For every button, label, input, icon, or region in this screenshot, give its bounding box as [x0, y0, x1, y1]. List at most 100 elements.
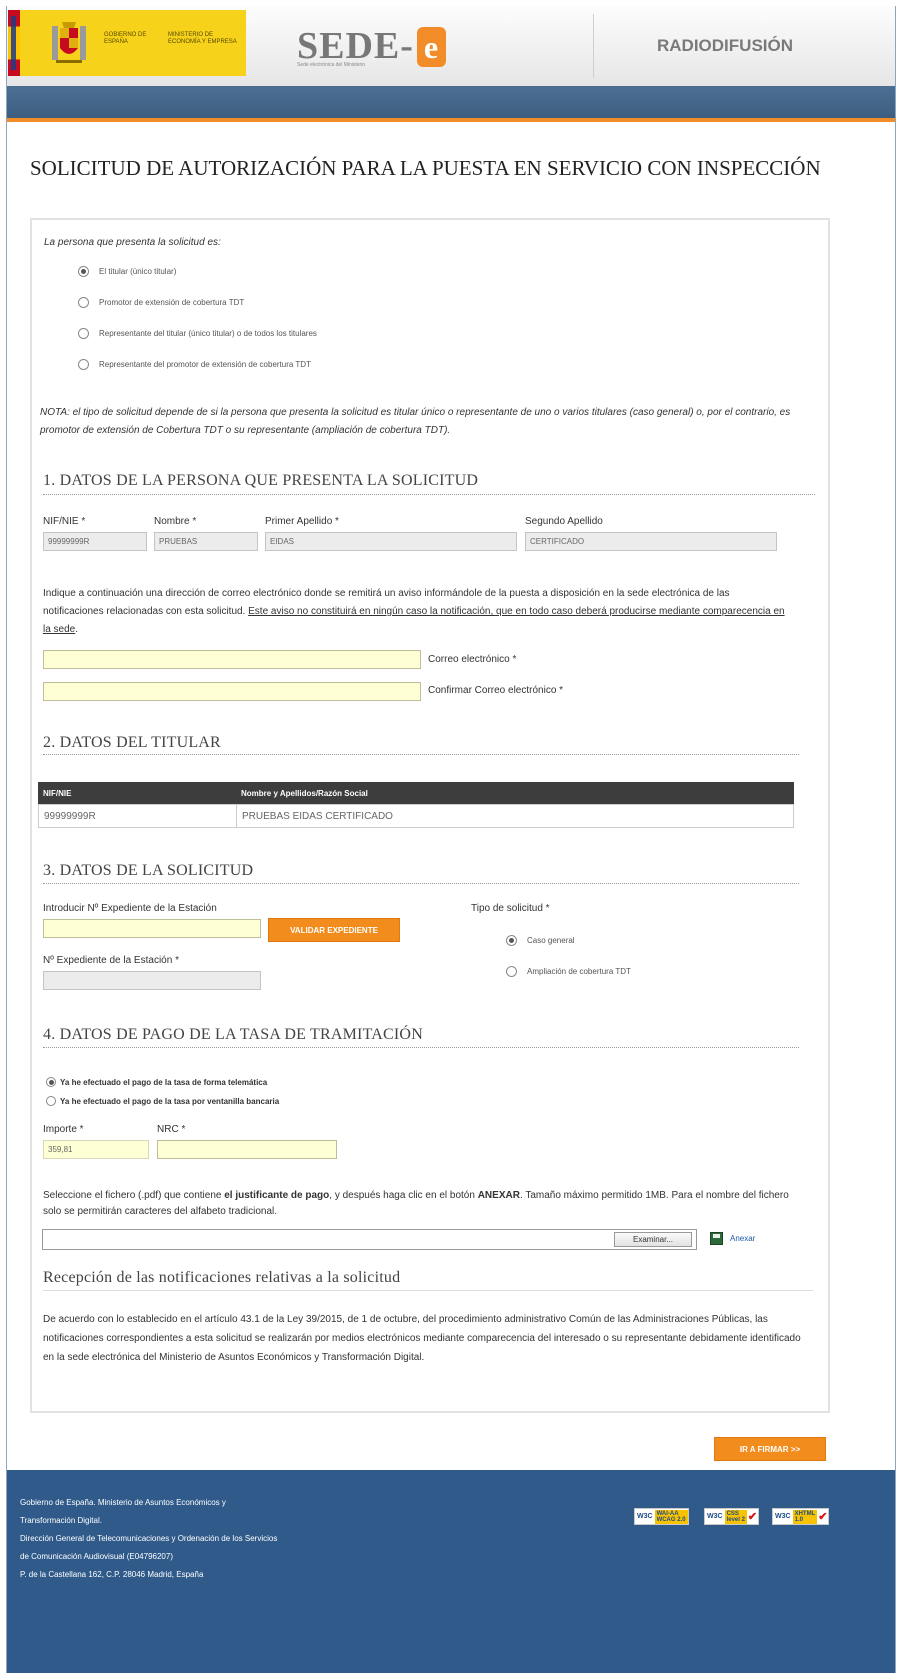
expediente-label: Nº Expediente de la Estación * [43, 955, 179, 966]
government-logo[interactable]: GOBIERNO DE ESPAÑA MINISTERIO DE ECONOMÍ… [8, 10, 246, 76]
presenter-option-2: Representante del titular (único titular… [99, 329, 317, 338]
presenter-radio-3[interactable] [78, 359, 89, 370]
column-header-name: Nombre y Apellidos/Razón Social [241, 788, 368, 798]
w3c-xhtml-level: XHTML 1.0 [792, 1509, 818, 1524]
validate-expediente-button[interactable]: VALIDAR EXPEDIENTE [268, 918, 400, 942]
sede-logo-e: e [416, 27, 447, 67]
pay-option-0: Ya he efectuado el pago de la tasa de fo… [60, 1078, 268, 1087]
section-3-title: 3. DATOS DE LA SOLICITUD [43, 862, 254, 879]
file-instructions: Seleccione el fichero (.pdf) que contien… [43, 1188, 803, 1220]
tipo-radio-1[interactable] [506, 966, 517, 977]
w3c-css-badge[interactable]: W3C CSS level 2 ✔ [704, 1508, 760, 1525]
apellido1-label: Primer Apellido * [265, 516, 339, 527]
w3c-wcag-logo: W3C [637, 1513, 653, 1520]
email-confirm-input[interactable] [43, 682, 421, 701]
pay-option-1: Ya he efectuado el pago de la tasa por v… [60, 1097, 280, 1106]
attach-disk-icon[interactable] [710, 1232, 723, 1245]
section-3-rule [43, 883, 799, 884]
w3c-css-level-2: level 2 [726, 1516, 745, 1523]
tipo-radio-0[interactable] [506, 935, 517, 946]
w3c-css-logo: W3C [707, 1513, 723, 1520]
titular-table-header: NIF/NIE Nombre y Apellidos/Razón Social [38, 782, 794, 804]
presenter-radio-0[interactable] [78, 266, 89, 277]
nrc-label: NRC * [157, 1124, 186, 1135]
w3c-xhtml-level-2: 1.0 [794, 1516, 803, 1523]
attach-link[interactable]: Anexar [730, 1234, 755, 1243]
nrc-input[interactable] [157, 1140, 337, 1159]
tipo-option-0: Caso general [527, 936, 575, 945]
header-divider [593, 14, 594, 78]
apellido2-field[interactable]: CERTIFICADO [525, 532, 777, 551]
check-icon: ✔ [747, 1511, 758, 1523]
importe-label: Importe * [43, 1124, 84, 1135]
presenter-note: NOTA: el tipo de solicitud depende de si… [40, 407, 791, 436]
w3c-wcag-level-2: WCAG 2.0 [656, 1516, 686, 1523]
email-confirm-label: Confirmar Correo electrónico * [428, 685, 564, 696]
file-text-bold-1: el justificante de pago [224, 1190, 330, 1201]
pay-radio-1[interactable] [46, 1096, 56, 1106]
file-text-2: , y después haga clic en el botón [329, 1190, 478, 1201]
file-input[interactable]: Examinar... [42, 1229, 697, 1250]
w3c-xhtml-badge[interactable]: W3C XHTML 1.0 ✔ [772, 1508, 830, 1525]
section-4-title: 4. DATOS DE PAGO DE LA TASA DE TRAMITACI… [43, 1026, 423, 1043]
nif-field[interactable]: 99999999R [43, 532, 147, 551]
w3c-wcag-badge[interactable]: W3C WAI-AA WCAG 2.0 [634, 1508, 689, 1525]
presenter-option-1: Promotor de extensión de cobertura TDT [99, 298, 245, 307]
presenter-radio-2[interactable] [78, 328, 89, 339]
table-cell-name: PRUEBAS EIDAS CERTIFICADO [242, 810, 393, 822]
email-label: Correo electrónico * [428, 654, 517, 665]
ministry-text: MINISTERIO DE ECONOMÍA Y EMPRESA [168, 32, 237, 45]
footer-address: Gobierno de España. Ministerio de Asunto… [20, 1494, 277, 1584]
notifications-text: De acuerdo con lo establecido en el artí… [43, 1314, 801, 1363]
section-2-title: 2. DATOS DEL TITULAR [43, 734, 221, 751]
sede-logo-text: SEDE- [297, 25, 414, 67]
footer-line-2: Dirección General de Telecomunicaciones … [20, 1534, 278, 1543]
notifications-title: Recepción de las notificaciones relativa… [43, 1269, 401, 1286]
page-title: SOLICITUD DE AUTORIZACIÓN PARA LA PUESTA… [30, 156, 821, 180]
nombre-field[interactable]: PRUEBAS [154, 532, 258, 551]
government-text: GOBIERNO DE ESPAÑA [104, 32, 147, 45]
browse-button[interactable]: Examinar... [614, 1232, 692, 1247]
presenter-question: La persona que presenta la solicitud es: [44, 237, 221, 248]
nombre-label: Nombre * [154, 516, 197, 527]
email-input[interactable] [43, 650, 421, 669]
importe-field[interactable]: 359,81 [43, 1140, 149, 1159]
section-2-rule [43, 754, 799, 755]
nav-bar [7, 86, 895, 118]
apellido1-field[interactable]: EIDAS [265, 532, 517, 551]
footer-line-1: Transformación Digital. [20, 1516, 102, 1525]
coat-of-arms-icon [52, 22, 86, 63]
sign-button[interactable]: IR A FIRMAR >> [714, 1437, 826, 1461]
presenter-option-3: Representante del promotor de extensión … [99, 360, 311, 369]
table-row[interactable]: 99999999R PRUEBAS EIDAS CERTIFICADO [38, 804, 794, 828]
section-1-rule [43, 494, 815, 495]
footer-line-3: de Comunicación Audiovisual (E04796207) [20, 1552, 173, 1561]
pay-radio-0[interactable] [46, 1077, 56, 1087]
expediente-input-label: Introducir Nº Expediente de la Estación [43, 903, 217, 914]
footer-line-0: Gobierno de España. Ministerio de Asunto… [20, 1498, 226, 1507]
table-cell-nif: 99999999R [39, 805, 237, 827]
section-1-title: 1. DATOS DE LA PERSONA QUE PRESENTA LA S… [43, 472, 479, 489]
sede-subtitle: Sede electrónica del Ministerio [297, 62, 366, 68]
column-header-nif: NIF/NIE [43, 788, 72, 798]
tipo-option-1: Ampliación de cobertura TDT [527, 967, 631, 976]
file-text-1: Seleccione el fichero (.pdf) que contien… [43, 1190, 225, 1201]
section-4-rule [43, 1047, 799, 1048]
presenter-option-0: El titular (único titular) [99, 267, 177, 276]
check-icon: ✔ [818, 1511, 828, 1523]
accent-line [7, 118, 895, 122]
section-title: RADIODIFUSIÓN [657, 36, 793, 55]
nif-label: NIF/NIE * [43, 516, 86, 527]
w3c-xhtml-logo: W3C [775, 1513, 791, 1520]
apellido2-label: Segundo Apellido [525, 516, 603, 527]
notifications-rule [43, 1290, 813, 1291]
spain-flag-icon [8, 10, 20, 76]
footer-line-4: P. de la Castellana 162, C.P. 28046 Madr… [20, 1570, 204, 1579]
expediente-input[interactable] [43, 919, 261, 938]
file-text-bold-2: ANEXAR [477, 1190, 520, 1201]
expediente-field[interactable] [43, 971, 261, 990]
w3c-css-level: CSS level 2 [724, 1509, 747, 1524]
w3c-wcag-level: WAI-AA WCAG 2.0 [654, 1509, 688, 1524]
presenter-radio-1[interactable] [78, 297, 89, 308]
email-info: Indique a continuación una dirección de … [43, 585, 791, 639]
